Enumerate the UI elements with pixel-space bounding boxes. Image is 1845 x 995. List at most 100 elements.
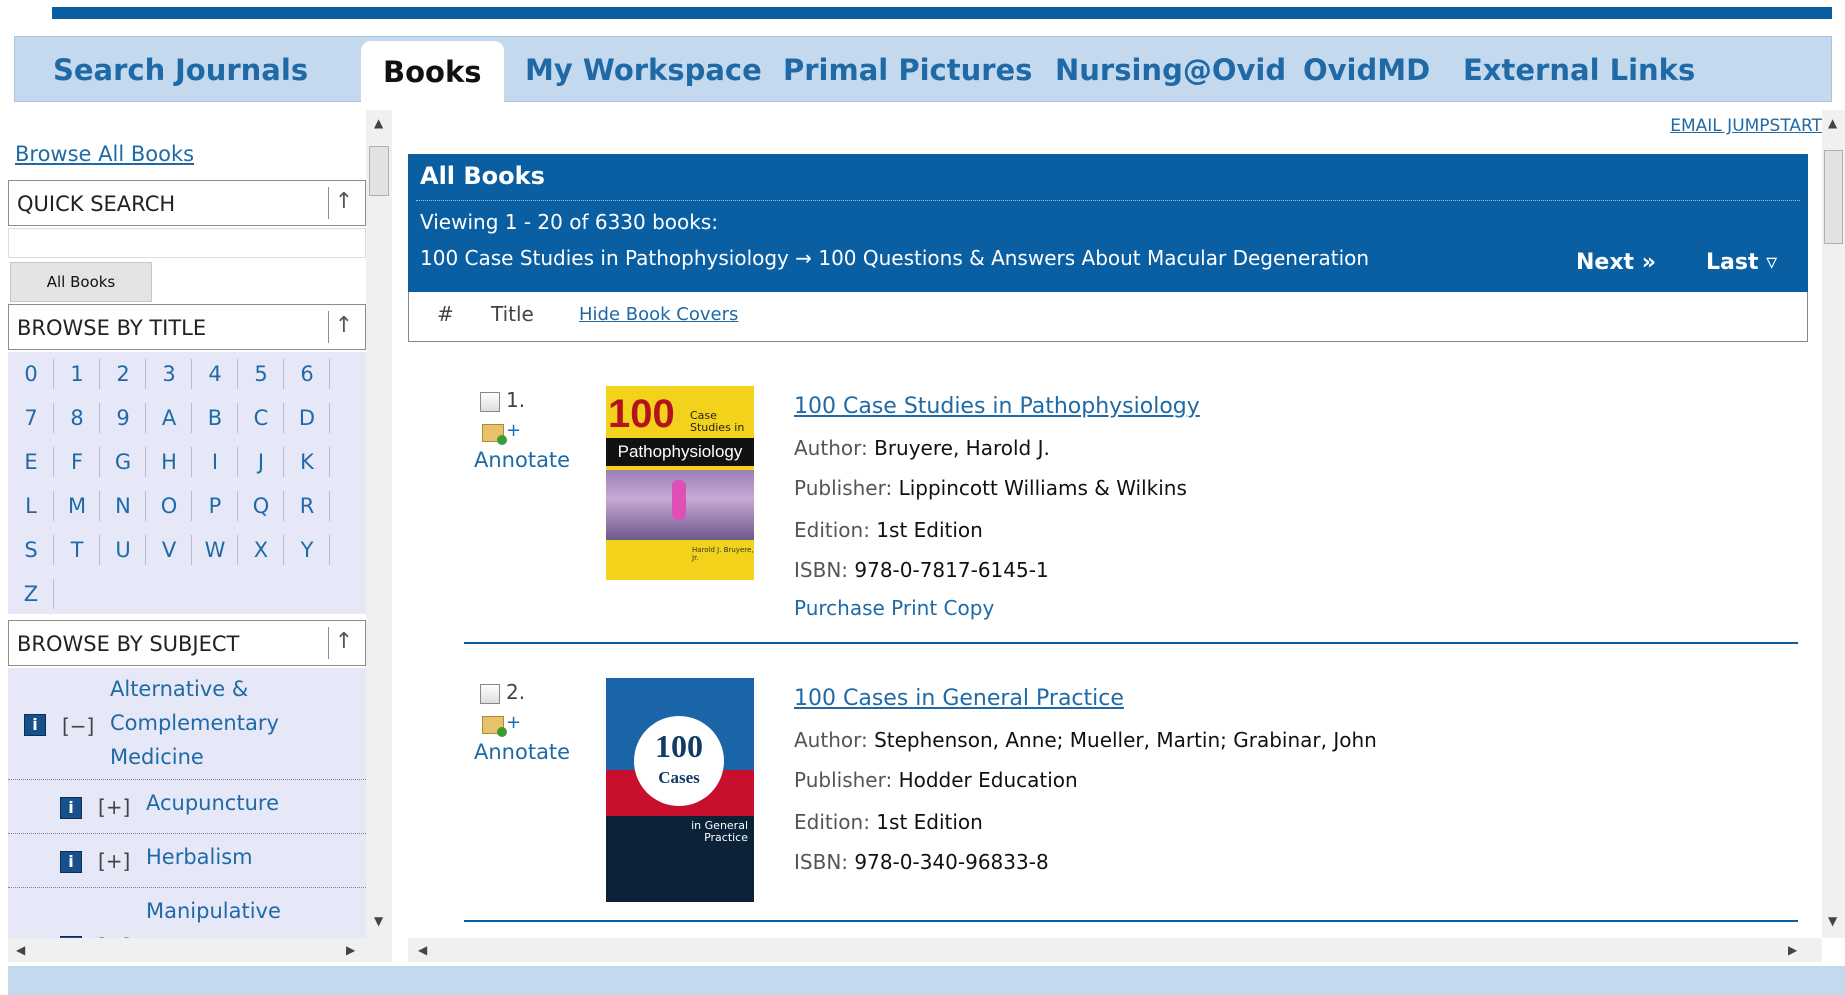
book-author: Author: Stephenson, Anne; Mueller, Marti… (794, 728, 1377, 752)
subject-label[interactable]: Alternative & Complementary Medicine (110, 672, 330, 774)
tab-journals[interactable]: Journals (175, 37, 308, 103)
main-vertical-scrollbar[interactable]: ▲ ▼ (1822, 110, 1845, 938)
annotate-plus[interactable]: + (506, 712, 521, 733)
letter-link[interactable]: 9 (100, 396, 146, 440)
letter-link[interactable]: D (284, 396, 330, 440)
scroll-right-icon[interactable]: ▶ (1788, 943, 1797, 957)
subject-item[interactable]: i [+] Manipulative (8, 888, 366, 938)
letter-link[interactable]: Z (8, 572, 54, 616)
tab-books[interactable]: Books (361, 41, 504, 104)
select-checkbox[interactable] (480, 392, 500, 412)
collapse-toggle[interactable]: [−] (62, 714, 94, 738)
letter-link[interactable]: F (54, 440, 100, 484)
letter-link[interactable]: 1 (54, 352, 100, 396)
cover-author: Harold J. Bruyere, Jr. (692, 546, 754, 562)
sidebar-horizontal-scrollbar[interactable]: ◀ ▶ (8, 938, 392, 962)
letter-link[interactable]: Q (238, 484, 284, 528)
email-jumpstart-link[interactable]: EMAIL JUMPSTART (1670, 116, 1822, 136)
isbn-label: ISBN: (794, 558, 849, 582)
letter-link[interactable]: N (100, 484, 146, 528)
tab-search[interactable]: Search (53, 37, 165, 103)
letter-link[interactable]: M (54, 484, 100, 528)
tab-my-workspace[interactable]: My Workspace (525, 37, 762, 103)
subject-item[interactable]: i [−] Alternative & Complementary Medici… (8, 668, 366, 780)
expand-toggle[interactable]: [+] (98, 795, 130, 819)
book-edition: Edition: 1st Edition (794, 518, 983, 542)
letter-link[interactable]: 7 (8, 396, 54, 440)
collapse-arrow-icon[interactable]: ↑ (328, 627, 359, 659)
subject-label[interactable]: Acupuncture (146, 786, 279, 820)
next-page-link[interactable]: Next » (1576, 250, 1656, 275)
info-icon[interactable]: i (60, 797, 82, 819)
letter-link[interactable]: V (146, 528, 192, 572)
collapse-arrow-icon[interactable]: ↑ (328, 187, 359, 219)
purchase-print-copy-link[interactable]: Purchase Print Copy (794, 596, 994, 620)
annotate-icon[interactable] (482, 424, 507, 445)
letter-link[interactable]: X (238, 528, 284, 572)
letter-link[interactable]: 6 (284, 352, 330, 396)
letter-link[interactable]: W (192, 528, 238, 572)
tab-primal-pictures[interactable]: Primal Pictures (783, 37, 1032, 103)
all-books-button[interactable]: All Books (10, 262, 152, 302)
scroll-left-icon[interactable]: ◀ (418, 943, 427, 957)
letter-link[interactable]: 3 (146, 352, 192, 396)
scroll-thumb[interactable] (1824, 150, 1843, 244)
quick-search-input[interactable] (8, 228, 366, 258)
letter-link[interactable]: L (8, 484, 54, 528)
scroll-right-icon[interactable]: ▶ (346, 943, 355, 957)
tab-ovidmd[interactable]: OvidMD (1303, 37, 1430, 103)
letter-link[interactable]: 8 (54, 396, 100, 440)
annotate-plus[interactable]: + (506, 420, 521, 441)
letter-link[interactable]: B (192, 396, 238, 440)
info-icon[interactable]: i (24, 714, 46, 736)
letter-link[interactable]: U (100, 528, 146, 572)
letter-link[interactable]: T (54, 528, 100, 572)
subject-label[interactable]: Manipulative (146, 894, 281, 928)
letter-link[interactable]: I (192, 440, 238, 484)
letter-link[interactable]: G (100, 440, 146, 484)
letter-link[interactable]: O (146, 484, 192, 528)
annotate-link[interactable]: Annotate (474, 740, 570, 764)
tab-nursing-ovid[interactable]: Nursing@Ovid (1055, 37, 1286, 103)
letter-link[interactable]: S (8, 528, 54, 572)
collapse-arrow-icon[interactable]: ↑ (328, 311, 359, 343)
tab-external-links[interactable]: External Links (1463, 37, 1695, 103)
subject-item[interactable]: i [+] Acupuncture (8, 780, 366, 834)
col-title[interactable]: Title (491, 302, 534, 326)
letter-link[interactable]: C (238, 396, 284, 440)
letter-link[interactable]: A (146, 396, 192, 440)
hide-book-covers-link[interactable]: Hide Book Covers (579, 304, 738, 325)
letter-link[interactable]: 0 (8, 352, 54, 396)
annotate-icon[interactable] (482, 716, 507, 737)
scroll-thumb[interactable] (369, 146, 389, 196)
letter-link[interactable]: E (8, 440, 54, 484)
scroll-left-icon[interactable]: ◀ (16, 943, 25, 957)
scroll-down-icon[interactable]: ▼ (374, 914, 383, 928)
book-cover-image[interactable]: 100 Cases in General Practice (606, 678, 754, 902)
browse-all-books-link[interactable]: Browse All Books (15, 142, 194, 166)
letter-link[interactable]: 5 (238, 352, 284, 396)
letter-link[interactable]: 2 (100, 352, 146, 396)
select-checkbox[interactable] (480, 684, 500, 704)
book-cover-image[interactable]: 100 Case Studies in Pathophysiology Haro… (606, 386, 754, 580)
letter-link[interactable]: J (238, 440, 284, 484)
scroll-up-icon[interactable]: ▲ (374, 116, 383, 130)
subject-item[interactable]: i [+] Herbalism (8, 834, 366, 888)
book-title-link[interactable]: 100 Case Studies in Pathophysiology (794, 394, 1200, 419)
sidebar-vertical-scrollbar[interactable]: ▲ ▼ (366, 110, 392, 938)
book-title-link[interactable]: 100 Cases in General Practice (794, 686, 1124, 711)
annotate-link[interactable]: Annotate (474, 448, 570, 472)
scroll-up-icon[interactable]: ▲ (1828, 116, 1837, 130)
info-icon[interactable]: i (60, 851, 82, 873)
letter-link[interactable]: H (146, 440, 192, 484)
letter-link[interactable]: 4 (192, 352, 238, 396)
expand-toggle[interactable]: [+] (98, 849, 130, 873)
last-page-link[interactable]: Last ▿ (1706, 250, 1777, 275)
subject-label[interactable]: Herbalism (146, 840, 253, 874)
letter-link[interactable]: P (192, 484, 238, 528)
letter-link[interactable]: K (284, 440, 330, 484)
scroll-down-icon[interactable]: ▼ (1828, 914, 1837, 928)
main-horizontal-scrollbar[interactable]: ◀ ▶ (408, 938, 1822, 962)
letter-link[interactable]: R (284, 484, 330, 528)
letter-link[interactable]: Y (284, 528, 330, 572)
